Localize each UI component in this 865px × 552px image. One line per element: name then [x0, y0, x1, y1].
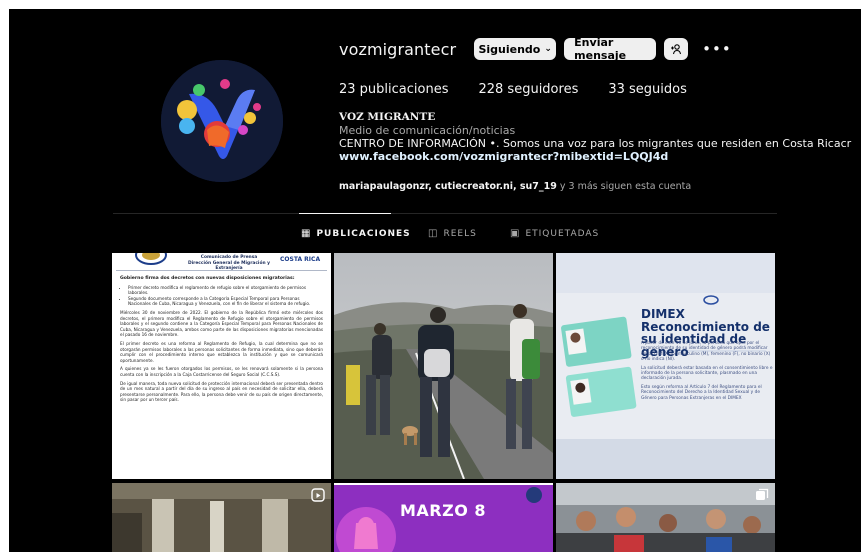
reels-icon: ◫: [428, 228, 439, 239]
profile-username: vozmigrantecr: [339, 39, 457, 59]
costa-rica-logo-text: COSTA RICA: [280, 256, 321, 263]
press-release-body: Gobierno firma dos decretos con nuevas d…: [120, 276, 323, 406]
press-release-bullet: Primer decreto modifica el reglamento de…: [128, 285, 323, 296]
post-thumbnail-dimex[interactable]: DIMEX Reconocimiento de su identidad de …: [556, 253, 775, 479]
building-interior-photo: [112, 483, 331, 552]
send-message-label: Enviar mensaje: [574, 36, 627, 62]
press-release-paragraph: A quienes ya se les fueron otorgados los…: [120, 366, 323, 377]
dimex-text: A partir de este 16 de junio, la persona…: [641, 341, 773, 401]
post-thumbnail-press-release[interactable]: Comunicado de Prensa Dirección General d…: [112, 253, 331, 479]
marzo-8-title: MARZO 8: [400, 501, 487, 520]
dimex-paragraph: La solicitud deberá estar basada en el c…: [641, 365, 773, 382]
press-release-paragraph: Miércoles 30 de noviembre de 2022. El go…: [120, 309, 323, 338]
profile-category: Medio de comunicación/noticias: [339, 124, 516, 137]
tabs-divider: [113, 213, 777, 214]
dimex-paragraph: Esto según reforma al Artículo 7 del Reg…: [641, 384, 762, 401]
post-thumbnail-reel-building[interactable]: [112, 483, 331, 552]
tab-publicaciones[interactable]: ▦ PUBLICACIONES: [301, 228, 411, 239]
following-count[interactable]: 33 seguidos: [608, 82, 687, 97]
following-button[interactable]: Siguiendo ⌄: [474, 38, 557, 60]
press-release-subtitle: Gobierno firma dos decretos con nuevas d…: [120, 276, 295, 281]
post-thumbnail-migrants-walking[interactable]: [334, 253, 553, 479]
active-tab-indicator: [299, 213, 391, 214]
followed-by-names: mariapaulagonzr, cutiecreator.ni, su7_19: [339, 181, 557, 192]
tab-label: PUBLICACIONES: [316, 228, 411, 239]
followed-by-suffix: y 3 más siguen esta cuenta: [556, 181, 692, 192]
voz-migrante-logo: [161, 60, 283, 182]
tab-label: ETIQUETADAS: [525, 228, 600, 239]
tab-label: REELS: [443, 228, 477, 239]
tab-etiquetadas[interactable]: ▣ ETIQUETADAS: [510, 228, 599, 239]
migracion-seal-icon: [135, 253, 167, 265]
multiple-images-icon: [756, 488, 769, 500]
profile-website-link[interactable]: www.facebook.com/vozmigrantecr?mibextid=…: [339, 150, 851, 163]
tagged-icon: ▣: [510, 228, 521, 239]
migrants-walking-photo: [334, 253, 553, 479]
suggested-users-button[interactable]: [664, 38, 689, 60]
add-person-icon: [671, 44, 682, 55]
send-message-button[interactable]: Enviar mensaje: [564, 36, 657, 62]
more-options-icon[interactable]: •••: [702, 40, 732, 58]
crowd-photo: [556, 483, 775, 552]
tab-reels[interactable]: ◫ REELS: [428, 228, 477, 239]
post-thumbnail-crowd[interactable]: [556, 483, 775, 552]
dimex-paragraph: A partir de este 16 de junio, la persona…: [641, 341, 771, 363]
post-thumbnail-marzo-8[interactable]: MARZO 8: [334, 483, 553, 552]
reel-icon: [311, 488, 325, 502]
followed-by[interactable]: mariapaulagonzr, cutiecreator.ni, su7_19…: [339, 181, 691, 192]
following-button-label: Siguiendo: [478, 42, 541, 56]
profile-display-name: VOZ MIGRANTE: [339, 111, 436, 123]
chevron-down-icon: ⌄: [544, 44, 552, 54]
profile-bio-text: CENTRO DE INFORMACIÓN •. Somos una voz p…: [339, 137, 852, 150]
press-release-paragraph: De igual manera, toda nueva solicitud de…: [120, 380, 323, 403]
profile-bio: VOZ MIGRANTE Medio de comunicación/notic…: [339, 111, 851, 163]
doc-divider: [116, 270, 327, 271]
press-release-bullet: Segundo documento corresponde a la Categ…: [128, 296, 323, 307]
profile-stats: 23 publicaciones 228 seguidores 33 segui…: [339, 82, 717, 97]
profile-tabs: ▦ PUBLICACIONES ◫ REELS ▣ ETIQUETADAS: [9, 228, 861, 242]
posts-count: 23 publicaciones: [339, 82, 449, 97]
followers-count[interactable]: 228 seguidores: [478, 82, 578, 97]
press-release-paragraph: El primer decreto es una reforma al Regl…: [120, 340, 323, 363]
instagram-profile-page: vozmigrantecr Siguiendo ⌄ Enviar mensaje…: [9, 9, 861, 552]
profile-header-row: vozmigrantecr Siguiendo ⌄ Enviar mensaje…: [339, 36, 732, 62]
profile-avatar[interactable]: [161, 60, 283, 182]
grid-icon: ▦: [301, 228, 312, 239]
